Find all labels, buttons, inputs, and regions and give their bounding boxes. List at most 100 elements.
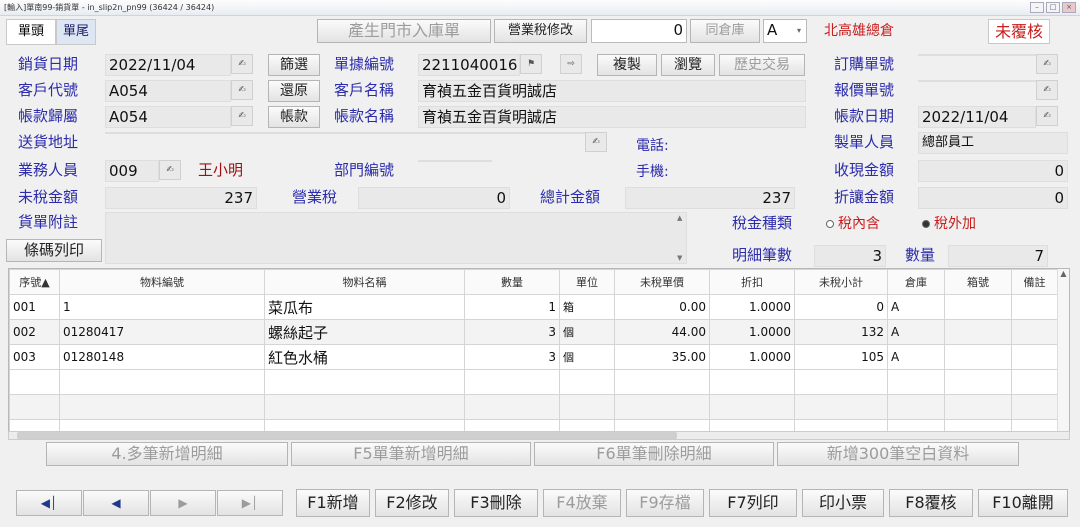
same-warehouse-button[interactable]: 同倉庫 xyxy=(690,19,760,43)
ship-address-field[interactable] xyxy=(105,132,585,134)
filter-button[interactable]: 篩選 xyxy=(268,54,320,76)
cell-box-no[interactable] xyxy=(944,319,1012,345)
cell-note[interactable] xyxy=(1011,344,1058,370)
f2-edit-button[interactable]: F2修改 xyxy=(375,489,449,517)
tax-edit-button[interactable]: 營業稅修改 xyxy=(494,19,587,43)
multi-add-detail-button[interactable]: 4.多筆新增明細 xyxy=(46,442,288,466)
col-warehouse[interactable]: 倉庫 xyxy=(887,269,945,295)
tax-inclusive-radio[interactable]: 稅內含 xyxy=(826,213,880,235)
single-add-detail-button[interactable]: F5單筆新增明細 xyxy=(291,442,531,466)
cell-unit-price[interactable]: 0.00 xyxy=(614,294,710,320)
quote-no-field[interactable] xyxy=(918,80,1036,82)
salesperson-lookup-icon[interactable]: ✍ xyxy=(159,160,181,180)
cell-seq[interactable]: 002 xyxy=(9,319,60,345)
history-button[interactable]: 歷史交易 xyxy=(719,54,805,76)
empty-row[interactable] xyxy=(9,394,1058,420)
f7-print-button[interactable]: F7列印 xyxy=(709,489,797,517)
cell-unit-price[interactable]: 35.00 xyxy=(614,344,710,370)
f4-discard-button[interactable]: F4放棄 xyxy=(543,489,621,517)
first-record-icon[interactable]: ◀│ xyxy=(16,490,82,516)
cell-item-code[interactable]: 1 xyxy=(59,294,265,320)
cell-item-name[interactable]: 紅色水桶 xyxy=(264,344,465,370)
generate-store-receipt-button[interactable]: 產生門市入庫單 xyxy=(317,19,491,43)
cell-qty[interactable]: 1 xyxy=(464,294,560,320)
address-lookup-icon[interactable]: ✍ xyxy=(585,132,607,152)
cell-note[interactable] xyxy=(1011,294,1058,320)
po-lookup-icon[interactable]: ✍ xyxy=(1036,54,1058,74)
restore-button[interactable]: 還原 xyxy=(268,80,320,102)
col-box-no[interactable]: 箱號 xyxy=(944,269,1012,295)
cell-unit-price[interactable]: 44.00 xyxy=(614,319,710,345)
last-record-icon[interactable]: ▶│ xyxy=(217,490,283,516)
scrollbar-thumb[interactable] xyxy=(17,432,677,439)
cell-box-no[interactable] xyxy=(944,294,1012,320)
cell-qty[interactable]: 3 xyxy=(464,344,560,370)
account-belong-field[interactable]: A054 xyxy=(105,106,231,128)
f9-save-button[interactable]: F9存檔 xyxy=(626,489,704,517)
f10-exit-button[interactable]: F10離開 xyxy=(978,489,1068,517)
doc-no-field[interactable]: 2211040016 xyxy=(418,54,520,76)
grid-vertical-scrollbar[interactable]: ▲ xyxy=(1057,269,1069,431)
sales-date-lookup-icon[interactable]: ✍ xyxy=(231,54,253,74)
account-lookup-icon[interactable]: ✍ xyxy=(231,106,253,126)
department-select[interactable] xyxy=(418,160,492,162)
empty-row[interactable] xyxy=(9,369,1058,395)
cell-item-name[interactable]: 螺絲起子 xyxy=(264,319,465,345)
customer-code-field[interactable]: A054 xyxy=(105,80,231,102)
copy-button[interactable]: 複製 xyxy=(597,54,657,76)
barcode-print-button[interactable]: 條碼列印 xyxy=(6,239,102,262)
cell-warehouse[interactable]: A xyxy=(887,344,945,370)
cell-note[interactable] xyxy=(1011,319,1058,345)
account-button[interactable]: 帳款 xyxy=(268,106,320,128)
col-subtotal[interactable]: 未稅小計 xyxy=(794,269,888,295)
cell-box-no[interactable] xyxy=(944,344,1012,370)
cell-discount[interactable]: 1.0000 xyxy=(709,344,795,370)
counter-field[interactable]: 0 xyxy=(591,19,687,43)
discount-amount-field[interactable]: 0 xyxy=(918,187,1068,209)
cell-subtotal[interactable]: 105 xyxy=(794,344,888,370)
cell-warehouse[interactable]: A xyxy=(887,294,945,320)
salesperson-code-field[interactable]: 009 xyxy=(105,160,159,182)
next-record-icon[interactable]: ▶ xyxy=(150,490,216,516)
f1-add-button[interactable]: F1新增 xyxy=(296,489,370,517)
col-note[interactable]: 備註 xyxy=(1011,269,1058,295)
print-receipt-button[interactable]: 印小票 xyxy=(802,489,884,517)
customer-lookup-icon[interactable]: ✍ xyxy=(231,80,253,100)
chevron-down-icon[interactable]: ▾ xyxy=(797,20,807,42)
tax-exclusive-radio[interactable]: 稅外加 xyxy=(922,213,976,235)
f8-review-button[interactable]: F8覆核 xyxy=(889,489,973,517)
cell-unit[interactable]: 箱 xyxy=(559,294,615,320)
doc-next-icon[interactable]: ⇨ xyxy=(560,54,582,74)
maximize-icon[interactable]: □ xyxy=(1046,2,1060,13)
cell-subtotal[interactable]: 132 xyxy=(794,319,888,345)
account-date-field[interactable]: 2022/11/04 xyxy=(918,106,1036,128)
col-unit[interactable]: 單位 xyxy=(559,269,615,295)
po-no-field[interactable] xyxy=(918,54,1036,56)
account-name-field[interactable]: 育禎五金百貨明誠店 xyxy=(418,106,806,128)
remarks-textarea[interactable] xyxy=(105,212,687,264)
col-discount[interactable]: 折扣 xyxy=(709,269,795,295)
cash-received-field[interactable]: 0 xyxy=(918,160,1068,182)
cell-item-code[interactable]: 01280417 xyxy=(59,319,265,345)
doc-search-icon[interactable]: ⚑ xyxy=(520,54,542,74)
account-date-lookup-icon[interactable]: ✍ xyxy=(1036,106,1058,126)
cell-discount[interactable]: 1.0000 xyxy=(709,319,795,345)
scroll-down-icon[interactable]: ▼ xyxy=(677,254,682,262)
prev-record-icon[interactable]: ◀ xyxy=(83,490,149,516)
cell-unit[interactable]: 個 xyxy=(559,319,615,345)
cell-unit[interactable]: 個 xyxy=(559,344,615,370)
sales-date-field[interactable]: 2022/11/04 xyxy=(105,54,231,76)
scroll-up-icon[interactable]: ▲ xyxy=(677,214,682,222)
col-item-name[interactable]: 物料名稱 xyxy=(264,269,465,295)
close-icon[interactable]: × xyxy=(1062,2,1076,13)
add-300-blank-button[interactable]: 新增300筆空白資料 xyxy=(777,442,1019,466)
single-delete-detail-button[interactable]: F6單筆刪除明細 xyxy=(534,442,774,466)
cell-item-name[interactable]: 菜瓜布 xyxy=(264,294,465,320)
cell-seq[interactable]: 001 xyxy=(9,294,60,320)
cell-warehouse[interactable]: A xyxy=(887,319,945,345)
quote-lookup-icon[interactable]: ✍ xyxy=(1036,80,1058,100)
browse-button[interactable]: 瀏覽 xyxy=(661,54,715,76)
col-item-code[interactable]: 物料編號 xyxy=(59,269,265,295)
col-unit-price[interactable]: 未稅單價 xyxy=(614,269,710,295)
cell-discount[interactable]: 1.0000 xyxy=(709,294,795,320)
